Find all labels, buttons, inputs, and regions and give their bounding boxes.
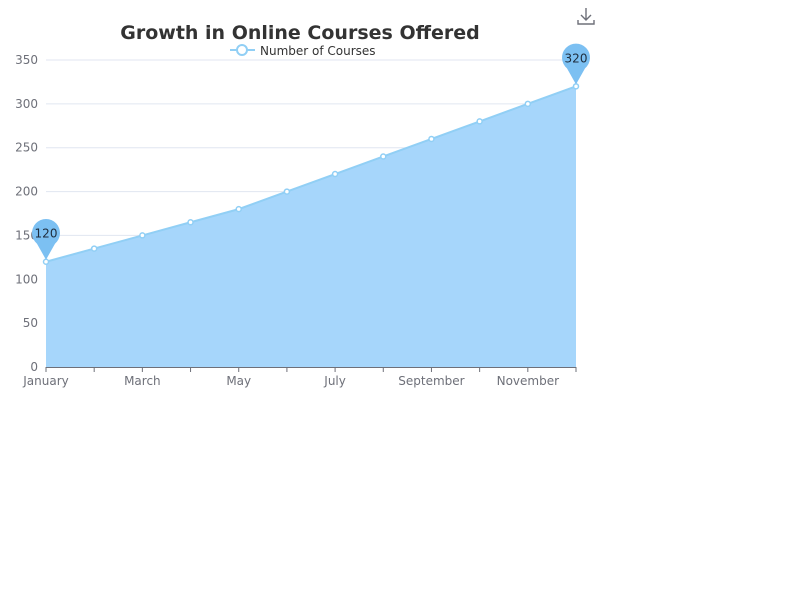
pin-label: 120 bbox=[35, 227, 58, 241]
data-point[interactable] bbox=[90, 245, 98, 252]
area-fill bbox=[46, 86, 576, 368]
pin-label: 320 bbox=[565, 51, 588, 65]
legend-marker bbox=[236, 44, 248, 56]
pin-marker[interactable]: 120 bbox=[32, 219, 61, 260]
data-point[interactable] bbox=[572, 83, 580, 90]
data-point[interactable] bbox=[331, 170, 339, 178]
data-point[interactable] bbox=[42, 258, 50, 265]
data-point[interactable] bbox=[139, 232, 146, 239]
data-point[interactable] bbox=[524, 100, 532, 108]
data-point[interactable] bbox=[476, 118, 483, 125]
x-tick-label: November bbox=[497, 374, 559, 388]
y-tick-label: 200 bbox=[15, 185, 38, 199]
data-point[interactable] bbox=[428, 135, 435, 143]
legend[interactable]: Number of Courses bbox=[230, 44, 376, 58]
y-tick-label: 50 bbox=[23, 316, 38, 330]
data-point[interactable] bbox=[187, 219, 194, 226]
x-tick-label: September bbox=[398, 374, 464, 388]
data-point[interactable] bbox=[283, 188, 291, 195]
download-icon[interactable] bbox=[577, 8, 595, 25]
x-tick-label: March bbox=[124, 374, 161, 388]
pin-marker[interactable]: 320 bbox=[562, 43, 590, 85]
data-point[interactable] bbox=[235, 205, 242, 213]
chart-title: Growth in Online Courses Offered bbox=[120, 22, 479, 44]
x-tick-label: July bbox=[323, 374, 346, 388]
x-tick-label: May bbox=[226, 374, 251, 388]
chart: Growth in Online Courses Offered Number … bbox=[15, 8, 595, 388]
area-layer bbox=[45, 85, 577, 368]
legend-label: Number of Courses bbox=[260, 44, 376, 58]
data-point[interactable] bbox=[380, 153, 387, 160]
y-tick-label: 250 bbox=[15, 141, 38, 155]
y-tick-label: 300 bbox=[15, 97, 38, 111]
y-tick-label: 0 bbox=[30, 360, 38, 374]
y-tick-label: 350 bbox=[15, 53, 38, 67]
x-tick-label: January bbox=[22, 374, 69, 388]
y-tick-label: 100 bbox=[15, 272, 38, 286]
